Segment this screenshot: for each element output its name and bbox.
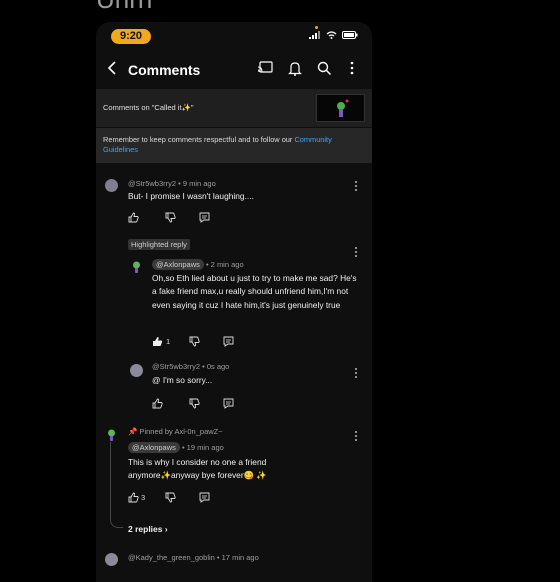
dislike-icon[interactable] [165, 212, 176, 223]
pinned-by-text: Pinned by Axl-0n_pawZ~ [139, 427, 223, 436]
pinned-label: 📌 Pinned by Axl-0n_pawZ~ [128, 427, 223, 436]
dislike-icon[interactable] [165, 492, 176, 503]
reply-icon[interactable] [199, 492, 210, 503]
avatar[interactable] [105, 428, 118, 441]
comment-text: @ I'm so sorry... [152, 375, 213, 385]
bell-icon[interactable] [288, 61, 302, 76]
video-thumbnail[interactable] [316, 94, 365, 122]
battery-icon [342, 31, 358, 39]
like-filled-icon[interactable] [152, 336, 163, 347]
comment-time: • 19 min ago [179, 443, 224, 452]
comment-text: Oh,so Eth lied about u just to try to ma… [152, 273, 357, 310]
dislike-icon[interactable] [189, 336, 200, 347]
status-icons [309, 31, 358, 39]
background-title: Unrn [96, 0, 152, 15]
like-icon[interactable] [128, 492, 139, 503]
like-icon[interactable] [152, 398, 163, 409]
video-context-row[interactable]: Comments on "Called it✨" [96, 89, 372, 127]
view-replies-button[interactable]: 2 replies › [128, 524, 168, 534]
dislike-icon[interactable] [189, 398, 200, 409]
guidelines-text: Remember to keep comments respectful and… [103, 135, 295, 144]
comment-more-icon[interactable] [354, 431, 358, 443]
guidelines-banner: Remember to keep comments respectful and… [96, 128, 372, 163]
comment-author-meta[interactable]: @Str5wb3rry2 • 0s ago [152, 362, 229, 371]
comment-author-meta[interactable]: @Kady_the_green_goblin • 17 min ago [128, 553, 259, 562]
replies-label: 2 replies [128, 524, 163, 534]
author-handle-chip[interactable]: @Axlonpaws [152, 259, 204, 270]
video-context-label: Comments on "Called it✨" [103, 103, 194, 112]
comment-more-icon[interactable] [354, 247, 358, 259]
chevron-right-icon: › [164, 524, 168, 534]
thumbnail-figure [317, 95, 364, 121]
comment-author-meta[interactable]: @Axlonpaws • 2 min ago [152, 259, 244, 270]
avatar[interactable] [105, 179, 118, 192]
app-bar: Comments [96, 52, 372, 88]
comment-more-icon[interactable] [354, 181, 358, 193]
search-icon[interactable] [317, 61, 332, 76]
comment-author-meta[interactable]: @Axlonpaws • 19 min ago [128, 442, 224, 453]
reply-icon[interactable] [223, 398, 234, 409]
like-count: 3 [141, 493, 146, 502]
wifi-icon [326, 31, 337, 39]
privacy-indicator [315, 26, 318, 29]
page-title: Comments [128, 62, 201, 78]
thread-line [110, 442, 123, 528]
comment-author-meta[interactable]: @Str5wb3rry2 • 9 min ago [128, 179, 216, 188]
comment-more-icon[interactable] [354, 368, 358, 380]
signal-icon [309, 31, 320, 39]
cast-icon[interactable] [257, 61, 273, 75]
phone-screen: 9:20 Comments Comments on "Called it✨" R… [96, 22, 372, 582]
like-icon[interactable] [128, 212, 139, 223]
avatar[interactable] [130, 364, 143, 377]
comment-time: • 2 min ago [203, 260, 244, 269]
avatar[interactable] [130, 260, 143, 273]
back-arrow-icon[interactable] [106, 60, 118, 76]
comment-text: This is why I consider no one a friend a… [128, 457, 267, 481]
reply-icon[interactable] [223, 336, 234, 347]
more-vertical-icon[interactable] [350, 61, 354, 75]
pin-icon: 📌 [128, 427, 138, 436]
status-time: 9:20 [111, 29, 151, 44]
author-handle-chip[interactable]: @Axlonpaws [128, 442, 180, 453]
like-count: 1 [166, 337, 171, 346]
status-bar: 9:20 [96, 22, 372, 50]
highlighted-reply-badge: Highlighted reply [128, 239, 190, 250]
comment-text: But- I promise I wasn't laughing.... [128, 191, 254, 201]
reply-icon[interactable] [199, 212, 210, 223]
